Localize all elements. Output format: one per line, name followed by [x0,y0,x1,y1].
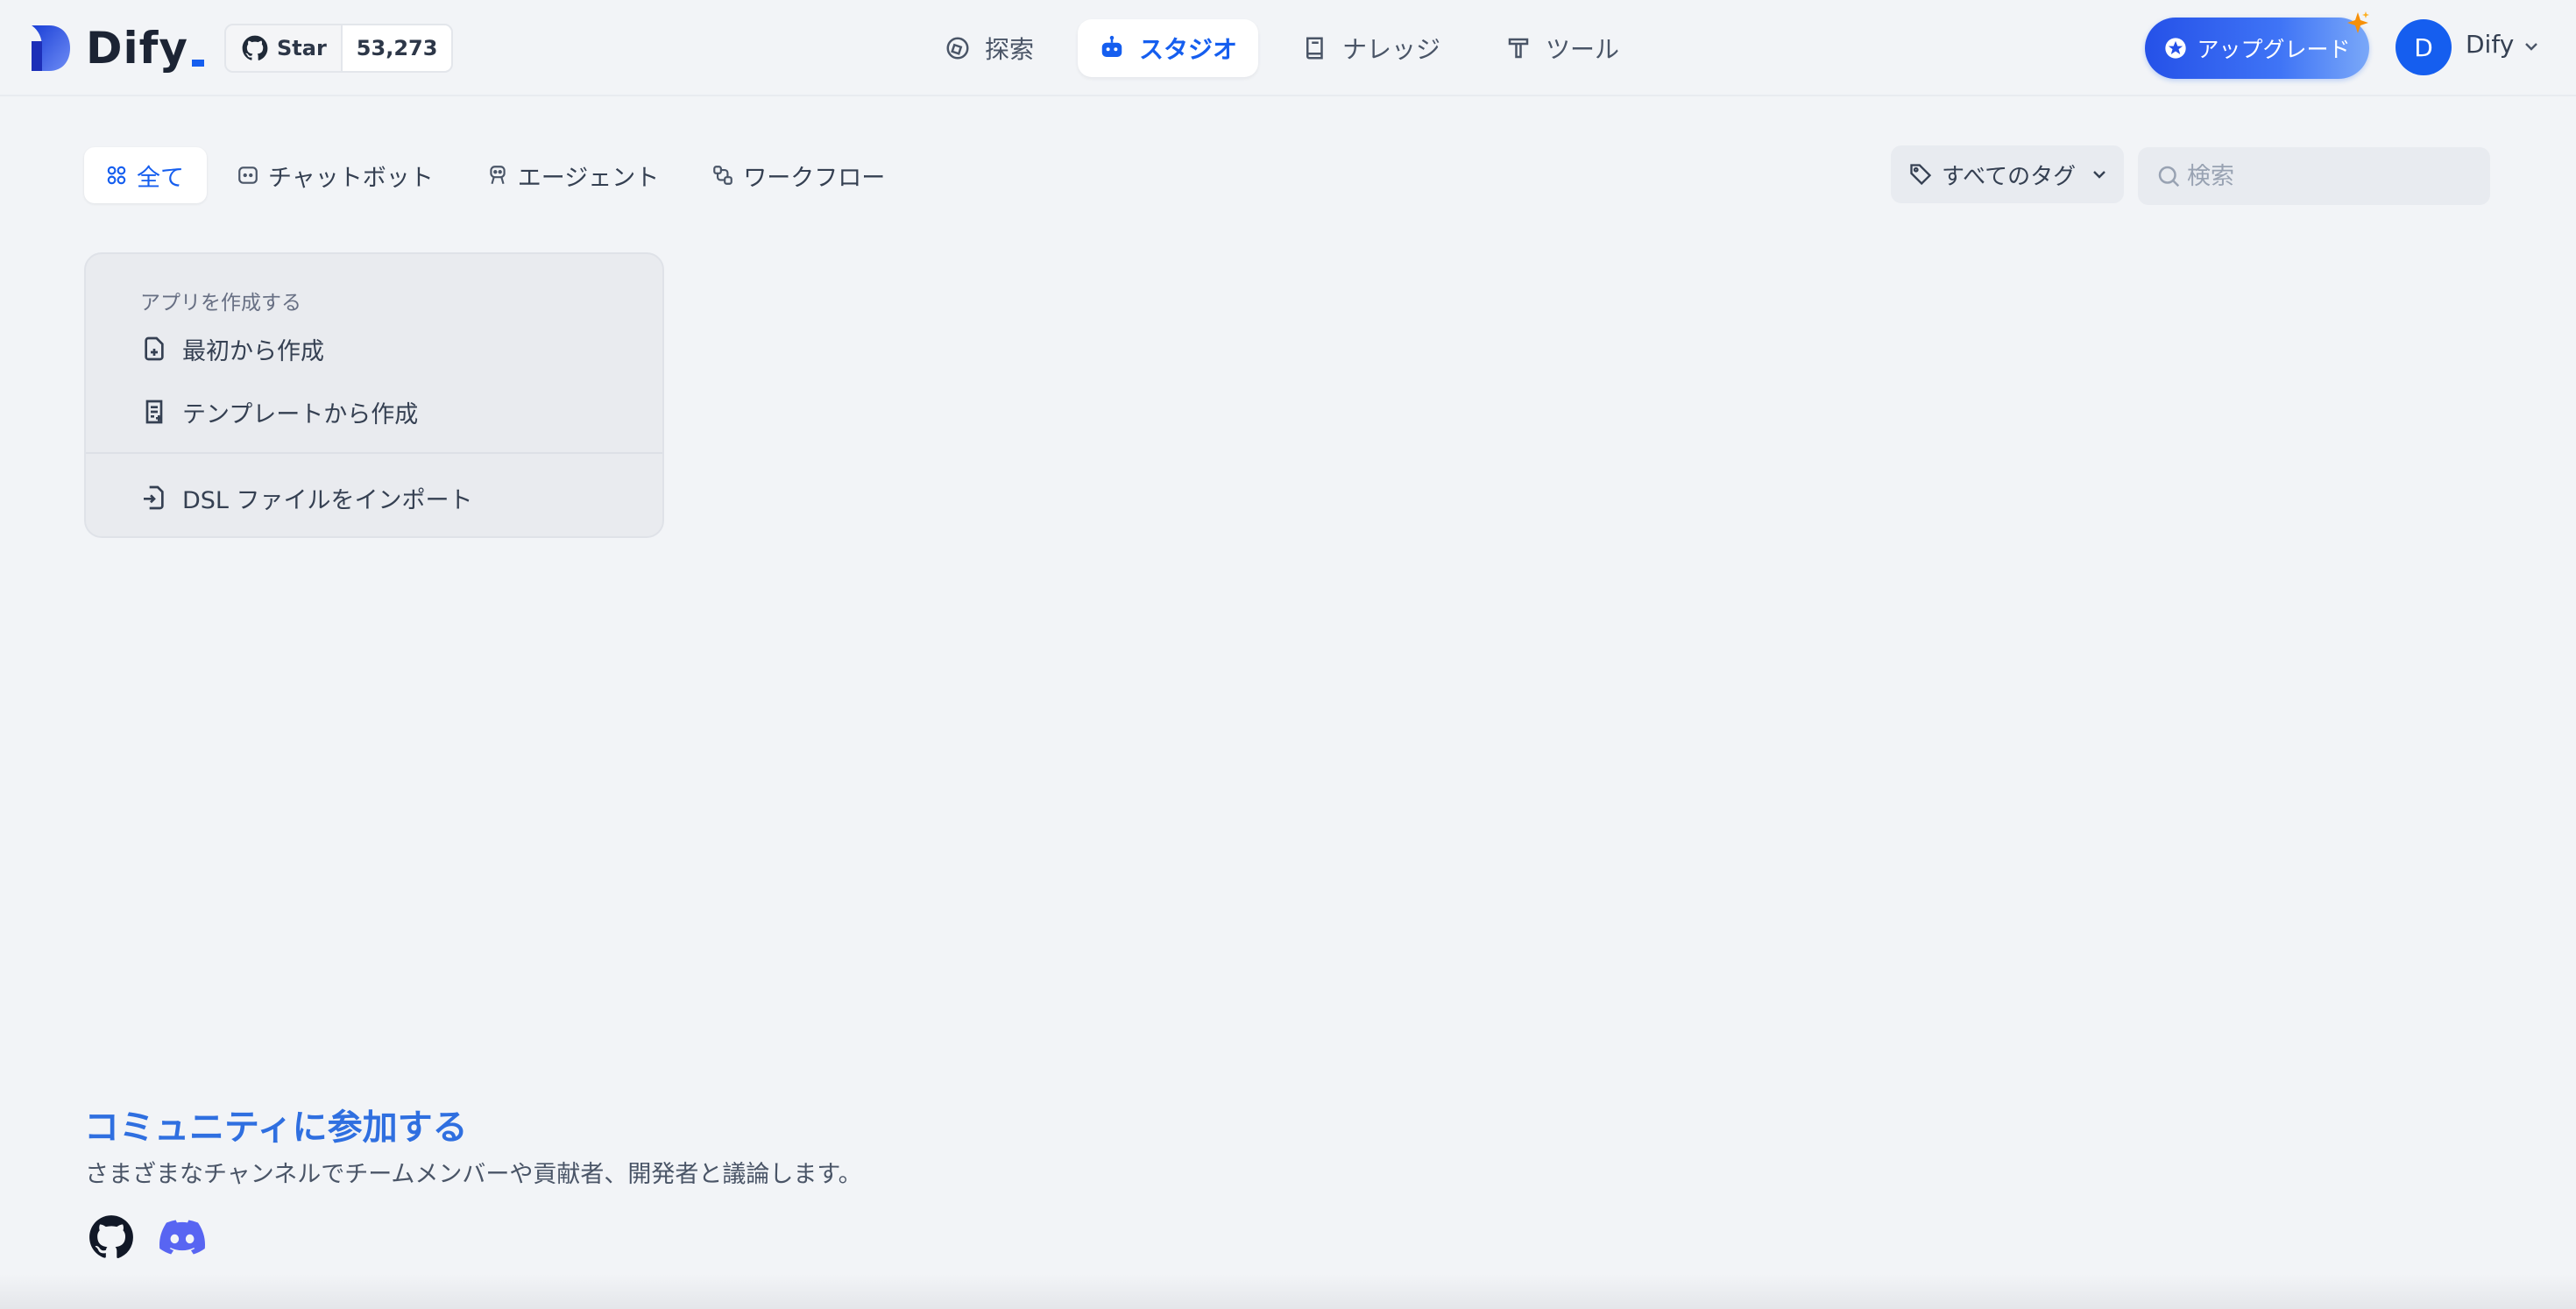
nav-tools-label: ツール [1546,35,1620,64]
search-input[interactable] [2187,162,2467,190]
nav-studio[interactable]: スタジオ [1078,19,1259,77]
nav-knowledge[interactable]: ナレッジ [1281,19,1461,77]
workflow-icon [713,166,733,185]
create-app-title: アプリを作成する [140,292,301,315]
bottom-edge [0,1274,2576,1309]
dify-logo-mark-icon [32,25,70,71]
upgrade-button[interactable]: アップグレード [2145,18,2369,79]
nav-studio-label: スタジオ [1139,35,1238,64]
create-from-template-label: テンプレートから作成 [182,400,419,428]
nav-knowledge-label: ナレッジ [1342,35,1441,64]
create-from-template-button[interactable]: テンプレートから作成 [140,393,418,431]
tag-filter-label: すべてのタグ [1942,163,2077,190]
robot-icon [1101,35,1122,57]
tab-workflow[interactable]: ワークフロー [690,147,908,203]
community-discord-link[interactable] [158,1213,207,1262]
discord-icon [159,1220,205,1255]
tab-all[interactable]: 全て [84,147,207,203]
agent-icon [490,166,506,185]
tag-filter-dropdown[interactable]: すべてのタグ [1891,145,2124,203]
create-from-blank-button[interactable]: 最初から作成 [140,329,324,368]
search-box[interactable] [2138,147,2490,205]
github-star-count[interactable]: 53,273 [340,25,452,71]
sparkle-icon [2347,11,2369,33]
studio-page: Dify Star 53,273 探索 スタジオ ナレッジ ツール アップグレー… [0,0,2576,1309]
account-name[interactable]: Dify [2466,30,2514,59]
search-icon [2158,166,2180,188]
dify-logo[interactable]: Dify [30,23,204,74]
github-star-widget[interactable]: Star 53,273 [224,24,454,73]
hammer-icon [1508,38,1529,59]
logo-text: Dify [86,23,188,74]
app-type-tabs: 全て チャットボット エージェント ワークフロー [84,147,916,203]
chevron-down-icon[interactable] [2523,40,2539,53]
chevron-down-icon [2093,171,2105,179]
book-icon [1306,37,1323,60]
github-star-label: Star [277,36,327,60]
top-header: Dify Star 53,273 探索 スタジオ ナレッジ ツール アップグレー… [0,0,2576,96]
upgrade-label: アップグレード [2197,37,2351,62]
create-from-blank-label: 最初から作成 [182,337,324,365]
tab-agent[interactable]: エージェント [465,147,682,203]
github-star-button[interactable]: Star [226,25,341,71]
create-app-card: アプリを作成する 最初から作成 テンプレートから作成 DSL ファイルをインポー… [84,252,664,538]
community-title: コミュニティに参加する [84,1107,468,1148]
chat-bot-icon [238,166,258,184]
github-icon [89,1215,133,1258]
tab-all-label: 全て [137,164,184,192]
upgrade-icon [2165,38,2187,59]
tab-agent-label: エージェント [517,164,660,192]
github-icon [242,35,268,60]
community-github-link[interactable] [87,1213,136,1262]
nav-tools[interactable]: ツール [1484,19,1640,77]
community-description: さまざまなチャンネルでチームメンバーや貢献者、開発者と議論します。 [85,1161,862,1188]
grid-icon [107,166,126,185]
import-dsl-button[interactable]: DSL ファイルをインポート [140,478,473,517]
tag-icon [1910,164,1932,186]
nav-explore[interactable]: 探索 [924,19,1055,77]
tab-workflow-label: ワークフロー [743,164,886,192]
avatar[interactable]: D [2396,19,2452,75]
tab-chatbot-label: チャットボット [268,164,434,192]
card-divider [86,452,662,454]
tab-chatbot[interactable]: チャットボット [216,147,456,203]
compass-icon [946,37,969,60]
import-dsl-label: DSL ファイルをインポート [182,486,473,514]
file-plus-icon [145,336,164,361]
file-import-icon [144,485,164,510]
template-icon [145,400,163,424]
nav-explore-label: 探索 [985,35,1035,64]
